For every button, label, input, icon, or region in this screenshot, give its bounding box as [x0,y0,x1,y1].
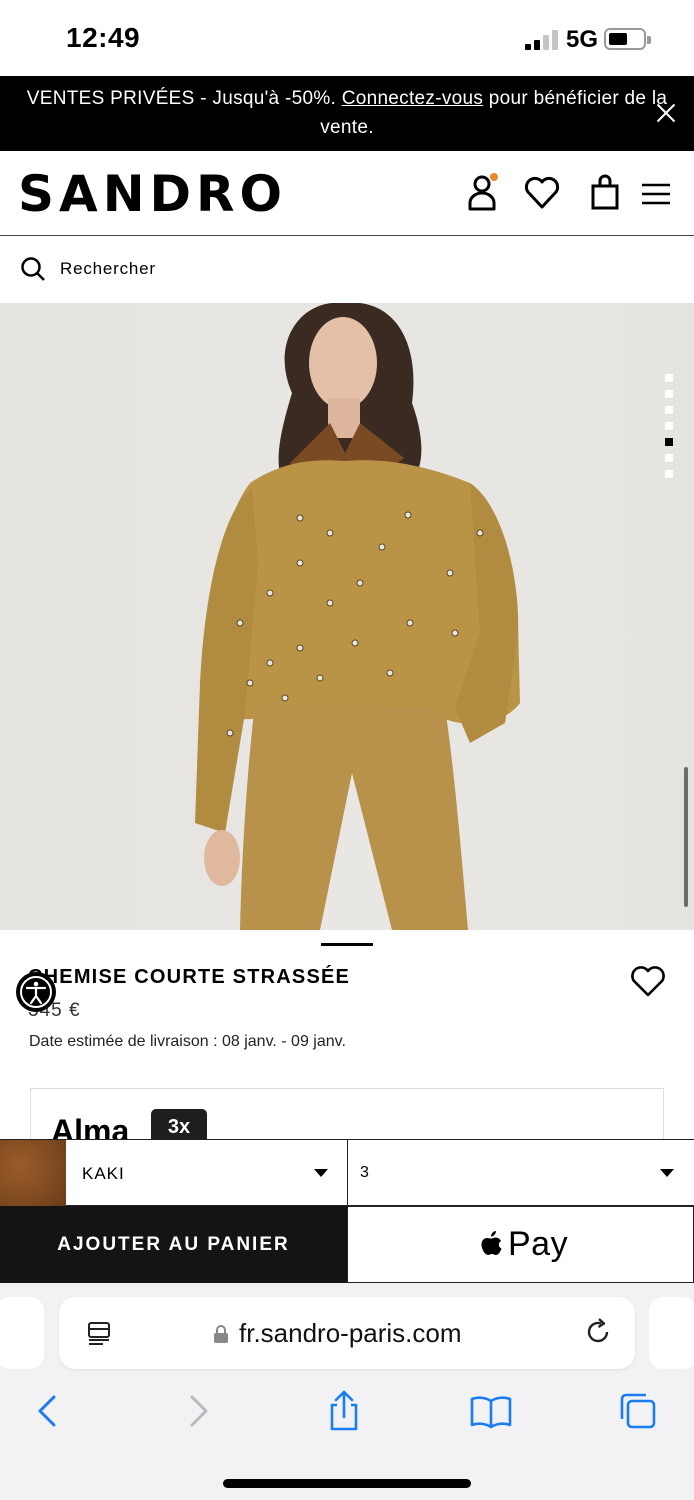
browser-toolbar: fr.sandro-paris.com [0,1283,694,1500]
reload-icon [587,1318,609,1343]
lock-icon [214,1325,228,1343]
divider [347,1140,348,1206]
tabs-icon[interactable] [616,1389,660,1433]
back-icon[interactable] [26,1389,70,1433]
product-title: CHEMISE COURTE STRASSÉE [28,966,351,988]
status-bar: 12:49 5G [0,0,694,76]
add-to-cart-button[interactable]: AJOUTER AU PANIER [0,1206,347,1283]
share-icon[interactable] [322,1389,366,1433]
battery-icon [604,28,651,50]
shopping-bag-icon [591,174,619,210]
delivery-estimate: Date estimée de livraison : 08 janv. - 0… [29,1033,346,1050]
size-select-value[interactable]: 3 [360,1164,369,1182]
heart-icon [524,176,560,209]
forward-icon[interactable] [176,1389,220,1433]
apple-pay-button[interactable]: Pay [347,1206,694,1283]
product-photo-illustration [195,303,520,930]
home-indicator [223,1479,471,1488]
pager-dot[interactable] [665,390,673,398]
accessibility-button[interactable] [16,972,56,1012]
notification-dot [490,173,498,181]
accessibility-icon [20,976,52,1008]
search-icon [21,257,45,281]
status-time: 12:49 [66,22,141,53]
close-icon[interactable] [656,103,676,123]
site-header: SANDRO [0,151,694,236]
next-tab-preview[interactable] [649,1297,694,1369]
page-menu-icon [88,1322,110,1345]
product-image[interactable] [0,303,694,930]
color-select-value[interactable]: KAKI [82,1164,125,1184]
wishlist-button[interactable] [522,169,562,215]
pager-dot[interactable] [665,374,673,382]
gallery-pager [665,374,673,486]
menu-button[interactable] [638,169,678,215]
promo-login-link[interactable]: Connectez-vous [342,88,484,109]
account-button[interactable] [462,169,502,215]
variant-selectors: KAKI 3 [0,1139,694,1206]
add-to-wishlist-button[interactable] [628,962,668,1000]
search-bar[interactable]: Rechercher [0,236,694,303]
apple-pay-label: Pay [508,1225,569,1263]
color-swatch[interactable] [0,1140,66,1206]
brand-logo[interactable]: SANDRO [18,165,287,223]
page-scrollbar[interactable] [684,767,688,907]
cart-button[interactable] [585,169,625,215]
pager-dot[interactable] [665,454,673,462]
chevron-down-icon[interactable] [660,1169,674,1177]
pager-dot[interactable] [665,406,673,414]
url-text: fr.sandro-paris.com [239,1318,462,1348]
pager-dot[interactable] [665,470,673,478]
promo-banner: VENTES PRIVÉES - Jusqu'à -50%. Connectez… [0,76,694,151]
apple-logo-icon [481,1231,502,1255]
image-indicator [321,943,373,946]
network-label: 5G [566,26,599,53]
hamburger-icon [642,183,670,205]
chevron-down-icon[interactable] [314,1169,328,1177]
signal-icon [525,30,559,50]
previous-tab-preview[interactable] [0,1297,44,1369]
promo-text: VENTES PRIVÉES - Jusqu'à -50%. [26,88,342,109]
pager-dot-active[interactable] [665,438,673,446]
search-placeholder: Rechercher [60,259,156,278]
address-bar[interactable]: fr.sandro-paris.com [59,1297,635,1369]
bookmarks-icon[interactable] [469,1389,513,1433]
heart-icon [631,966,665,997]
pager-dot[interactable] [665,422,673,430]
